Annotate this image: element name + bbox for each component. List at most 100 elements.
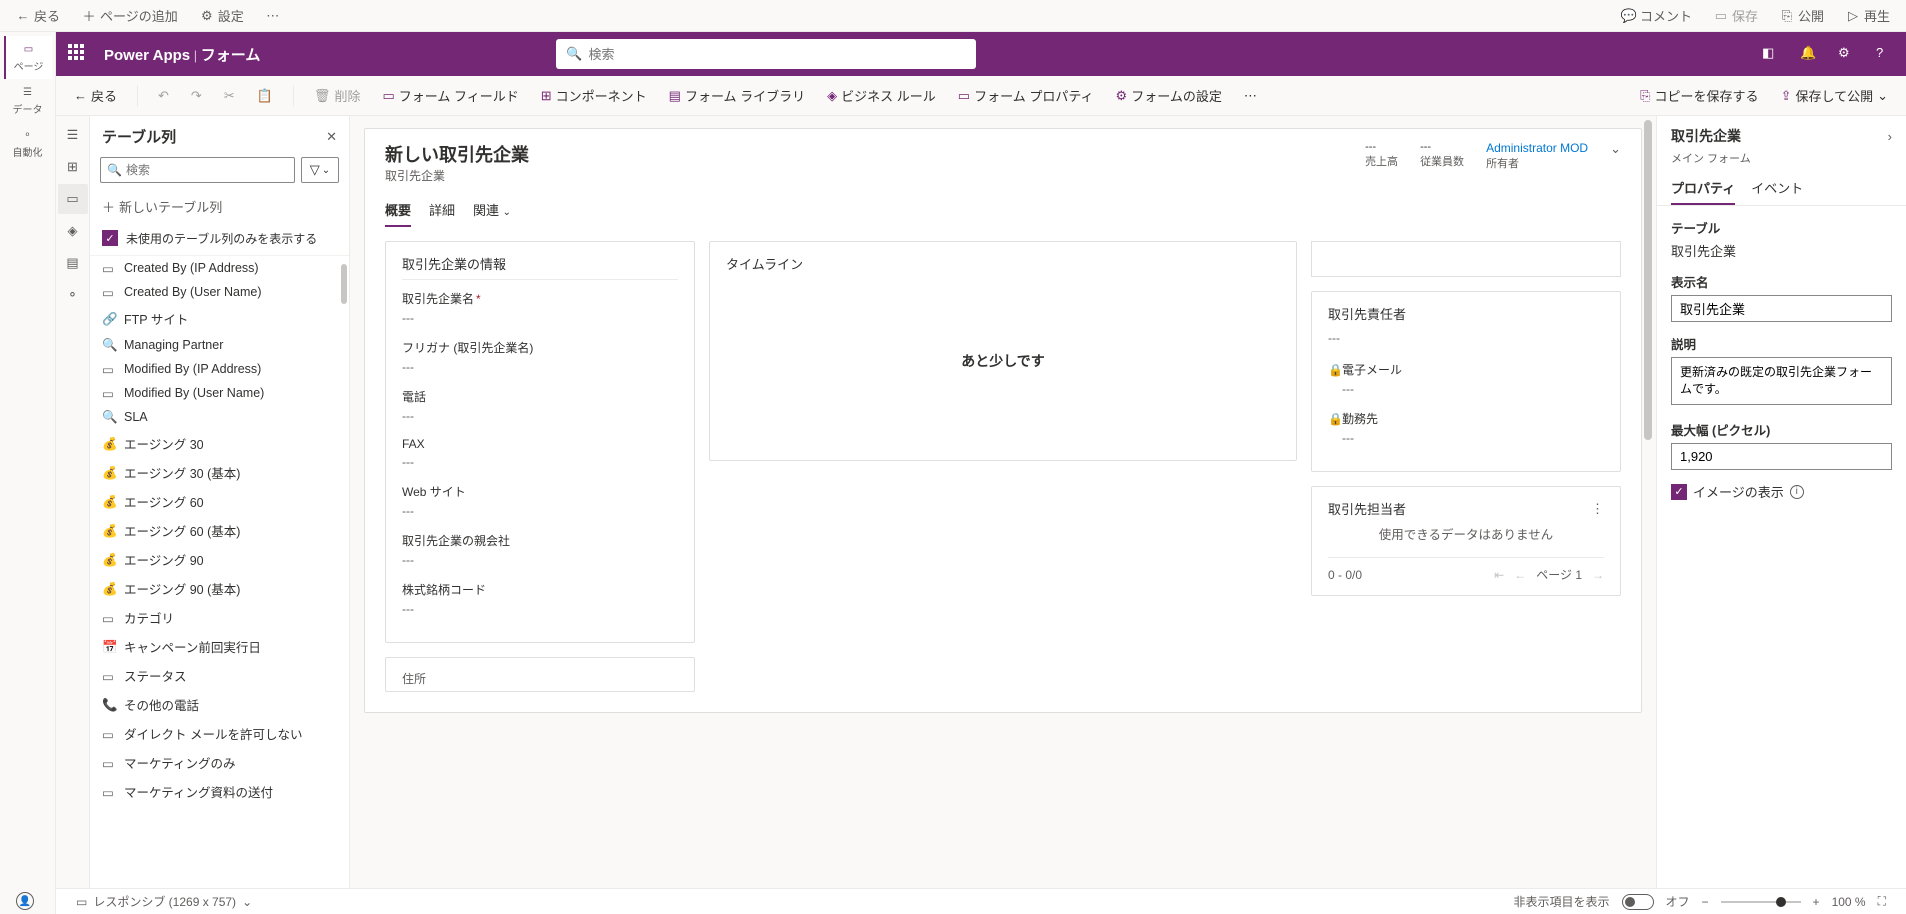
next-page-icon[interactable]: → — [1592, 568, 1604, 582]
column-item[interactable]: 💰エージング 60 (基本) — [90, 516, 349, 545]
cmd-component[interactable]: ⊞ コンポーネント — [535, 82, 653, 109]
field-name-val[interactable]: --- — [402, 311, 678, 325]
show-image-checkbox[interactable]: ✓ — [1671, 484, 1687, 500]
status-responsive[interactable]: レスポンシブ (1269 x 757) — [93, 893, 236, 910]
panel-close-icon[interactable]: ✕ — [326, 129, 337, 145]
field-phone-val[interactable]: --- — [402, 409, 678, 423]
prev-page-icon[interactable]: ← — [1514, 568, 1526, 582]
copilot-icon[interactable]: ◧ — [1762, 45, 1780, 63]
comment-button[interactable]: 💬 コメント — [1614, 2, 1700, 29]
cmd-form-field[interactable]: ▭ フォーム フィールド — [376, 82, 524, 109]
column-item[interactable]: ▭ダイレクト メールを許可しない — [90, 719, 349, 748]
rail-data[interactable]: ☰ データ — [4, 79, 52, 122]
field-parent-val[interactable]: --- — [402, 553, 678, 567]
section-contacts[interactable]: 取引先担当者 ⋮ 使用できるデータはありません 0 - 0/0 ⇤ ← ページ … — [1311, 486, 1621, 596]
filter-button[interactable]: ▽ ⌄ — [301, 157, 339, 183]
search-input[interactable] — [589, 47, 967, 62]
gear-icon[interactable]: ⚙ — [1838, 45, 1856, 63]
tab-overview[interactable]: 概要 — [385, 194, 411, 227]
tab-related[interactable]: 関連 ⌄ — [473, 194, 511, 227]
mini-rules[interactable]: ⚬ — [58, 280, 88, 310]
section-timeline[interactable]: タイムライン あと少しです — [709, 241, 1297, 461]
mini-hamburger[interactable]: ☰ — [58, 120, 88, 150]
column-item[interactable]: 💰エージング 90 (基本) — [90, 574, 349, 603]
owner-value[interactable]: Administrator MOD — [1486, 141, 1588, 155]
hidden-toggle[interactable] — [1622, 894, 1654, 910]
column-list[interactable]: ▭Created By (IP Address)▭Created By (Use… — [90, 255, 349, 914]
add-page-button[interactable]: ＋ ページの追加 — [74, 2, 186, 29]
section-address[interactable]: 住所 — [385, 657, 695, 692]
save-button[interactable]: ▭ 保存 — [1706, 2, 1766, 29]
zoom-out-icon[interactable]: − — [1702, 895, 1709, 909]
cmd-form-settings[interactable]: ⚙ フォームの設定 — [1110, 82, 1228, 109]
unused-only-checkbox[interactable]: ✓ — [102, 230, 118, 246]
primary-val[interactable]: --- — [1328, 331, 1604, 345]
prop-tab-event[interactable]: イベント — [1751, 172, 1803, 205]
settings-button[interactable]: ⚙ 設定 — [192, 2, 252, 29]
search-box[interactable]: 🔍 — [556, 39, 976, 69]
header-chevron-icon[interactable]: ⌄ — [1610, 141, 1621, 157]
section-info[interactable]: 取引先企業の情報 取引先企業名--- フリガナ (取引先企業名)--- 電話--… — [385, 241, 695, 643]
rail-page[interactable]: ▭ ページ — [4, 36, 52, 79]
prop-maxw-input[interactable] — [1671, 443, 1892, 470]
cmd-overflow[interactable]: ⋯ — [1238, 84, 1263, 108]
publish-button[interactable]: ⎘ 公開 — [1772, 2, 1832, 29]
column-item[interactable]: 📅キャンペーン前回実行日 — [90, 632, 349, 661]
contacts-more-icon[interactable]: ⋮ — [1591, 501, 1604, 517]
column-item[interactable]: ▭マーケティング資料の送付 — [90, 777, 349, 806]
new-column-button[interactable]: ＋ 新しいテーブル列 — [90, 191, 349, 222]
mini-columns[interactable]: ▭ — [58, 184, 88, 214]
info-icon[interactable]: i — [1790, 485, 1804, 499]
first-page-icon[interactable]: ⇤ — [1494, 568, 1504, 582]
field-fax-val[interactable]: --- — [402, 455, 678, 469]
back-button[interactable]: ← 戻る — [8, 2, 68, 29]
section-primary-contact[interactable]: 取引先責任者 --- 🔒電子メール --- 🔒勤務先 --- — [1311, 291, 1621, 472]
form-card[interactable]: 新しい取引先企業 取引先企業 --- 売上高 --- 従業員数 — [364, 128, 1642, 713]
column-item[interactable]: ▭Created By (User Name) — [90, 280, 349, 304]
field-ticker-val[interactable]: --- — [402, 602, 678, 616]
cmd-save-copy[interactable]: ⎘ コピーを保存する — [1634, 82, 1764, 109]
scrollbar[interactable] — [341, 264, 347, 304]
mini-tree[interactable]: ⊞ — [58, 152, 88, 182]
column-item[interactable]: 💰エージング 30 — [90, 429, 349, 458]
cmd-paste[interactable]: 📋 — [251, 84, 279, 108]
cmd-redo[interactable]: ↷ — [185, 84, 208, 108]
section-empty[interactable] — [1311, 241, 1621, 277]
help-icon[interactable]: ? — [1876, 45, 1894, 63]
bell-icon[interactable]: 🔔 — [1800, 45, 1818, 63]
cmd-business-rule[interactable]: ◈ ビジネス ルール — [821, 82, 942, 109]
cmd-cut[interactable]: ✂ — [218, 84, 241, 108]
prop-desc-input[interactable] — [1671, 357, 1892, 405]
prop-display-input[interactable] — [1671, 295, 1892, 322]
cmd-back[interactable]: ← 戻る — [68, 82, 123, 109]
cmd-undo[interactable]: ↶ — [152, 84, 175, 108]
column-item[interactable]: 💰エージング 30 (基本) — [90, 458, 349, 487]
column-search-input[interactable] — [126, 163, 288, 177]
column-item[interactable]: 📞その他の電話 — [90, 690, 349, 719]
user-avatar[interactable]: 👤 — [16, 892, 34, 910]
column-item[interactable]: ▭ステータス — [90, 661, 349, 690]
play-button[interactable]: ▷ 再生 — [1838, 2, 1898, 29]
fit-icon[interactable]: ⛶ — [1878, 894, 1886, 909]
cmd-delete[interactable]: 🗑 削除 — [308, 82, 367, 109]
column-search[interactable]: 🔍 — [100, 157, 295, 183]
field-furigana-val[interactable]: --- — [402, 360, 678, 374]
cmd-save-publish[interactable]: ⇪ 保存して公開 ⌄ — [1775, 82, 1894, 109]
waffle-icon[interactable] — [68, 44, 88, 64]
column-item[interactable]: 🔍Managing Partner — [90, 333, 349, 357]
field-web-val[interactable]: --- — [402, 504, 678, 518]
overflow-button[interactable]: ⋯ — [258, 5, 288, 27]
expand-icon[interactable]: › — [1888, 129, 1892, 144]
column-item[interactable]: ▭Modified By (IP Address) — [90, 357, 349, 381]
rail-automation[interactable]: ⚬ 自動化 — [4, 122, 52, 165]
column-item[interactable]: 💰エージング 90 — [90, 545, 349, 574]
prop-tab-property[interactable]: プロパティ — [1671, 172, 1735, 205]
mini-library[interactable]: ▤ — [58, 248, 88, 278]
column-item[interactable]: 🔍SLA — [90, 405, 349, 429]
cmd-form-property[interactable]: ▭ フォーム プロパティ — [952, 82, 1100, 109]
column-item[interactable]: 🔗FTP サイト — [90, 304, 349, 333]
chevron-down-icon[interactable]: ⌄ — [242, 895, 252, 909]
column-item[interactable]: ▭カテゴリ — [90, 603, 349, 632]
column-item[interactable]: ▭Created By (IP Address) — [90, 256, 349, 280]
cmd-form-library[interactable]: ▤ フォーム ライブラリ — [663, 82, 812, 109]
